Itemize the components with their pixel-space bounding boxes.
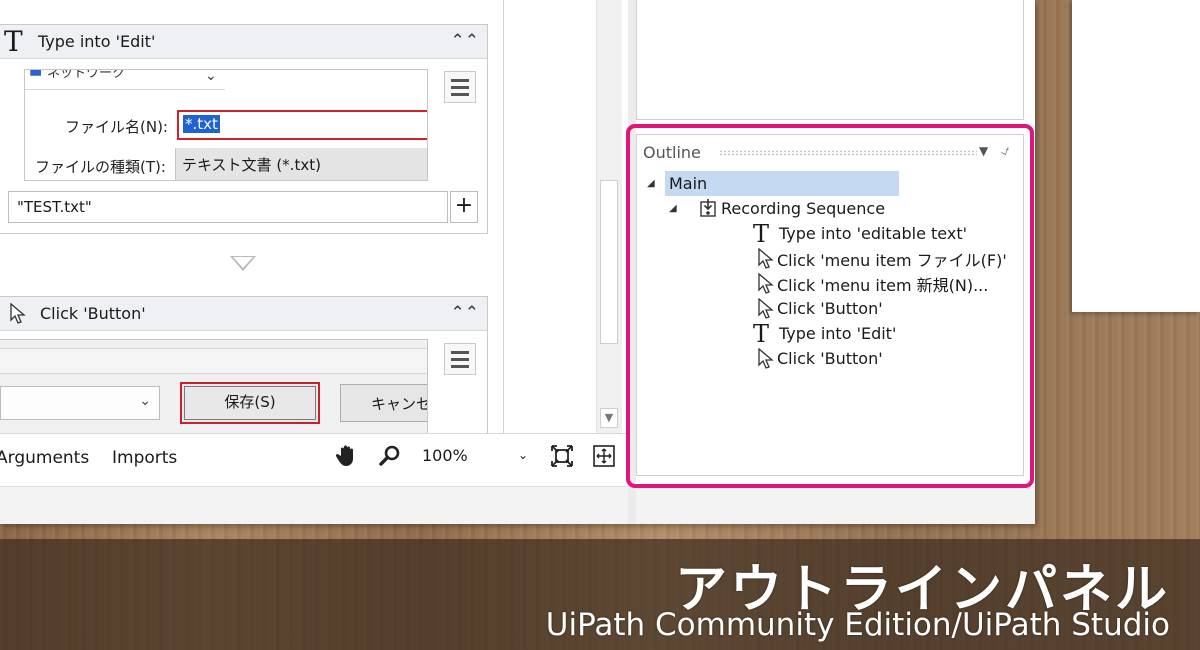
activity-menu-button[interactable] <box>444 343 476 375</box>
zoom-select[interactable]: 100% ⌄ <box>416 444 534 472</box>
scrollbar-thumb[interactable] <box>600 180 618 344</box>
activity-screenshot[interactable]: ■ ネットワーク ⌄ ファイル名(N): *.txt ファイルの種類(T): テ… <box>24 69 428 181</box>
tab-arguments[interactable]: Arguments <box>0 448 89 468</box>
designer-canvas: T Type into 'Edit' ⌃⌃ ■ ネットワーク ⌄ ファイル名(N… <box>0 0 600 433</box>
activity-screenshot[interactable]: ⌄ 保存(S) キャンセル <box>0 339 428 433</box>
designer-bottom-bar: Arguments Imports 100% ⌄ <box>0 433 628 485</box>
chevron-down-icon: ⌄ <box>517 448 528 462</box>
file-type-value: テキスト文書 (*.txt) <box>175 148 427 180</box>
file-type-label: ファイルの種類(T): <box>35 158 166 176</box>
type-into-icon: T <box>4 24 23 58</box>
dropdown-text: ネットワーク <box>47 70 126 81</box>
activity-header[interactable]: Click 'Button' ⌃⌃ <box>0 297 487 331</box>
file-name-value: *.txt <box>183 115 220 133</box>
collapse-icon[interactable]: ⌃⌃ <box>451 303 480 323</box>
click-icon <box>10 302 26 324</box>
chevron-down-icon: ⌄ <box>139 393 151 409</box>
caption-band: アウトラインパネル UiPath Community Edition/UiPat… <box>0 539 1200 650</box>
overview-icon[interactable] <box>592 444 616 468</box>
caption-subtitle: UiPath Community Edition/UiPath Studio <box>545 607 1170 643</box>
chevron-down-icon: ⌄ <box>205 70 217 84</box>
activity-click-button[interactable]: Click 'Button' ⌃⌃ ⌄ 保存(S) キャンセル <box>0 296 488 433</box>
background-paper <box>1072 0 1200 312</box>
screenshot-strip <box>0 348 427 374</box>
zoom-icon[interactable] <box>378 444 402 468</box>
sequence-arrow-icon <box>230 256 256 271</box>
activity-menu-button[interactable] <box>444 71 476 103</box>
network-icon: ■ <box>29 70 43 78</box>
hand-icon[interactable] <box>336 444 358 468</box>
add-expression-button[interactable]: + <box>450 191 478 223</box>
zoom-value: 100% <box>422 446 468 465</box>
activity-title: Click 'Button' <box>40 304 146 323</box>
highlight-frame <box>626 124 1034 488</box>
activity-type-into-edit[interactable]: T Type into 'Edit' ⌃⌃ ■ ネットワーク ⌄ ファイル名(N… <box>0 24 488 234</box>
cancel-button: キャンセル <box>340 384 427 422</box>
properties-panel <box>636 0 1024 120</box>
canvas-divider <box>503 0 504 433</box>
file-name-field: *.txt <box>177 110 427 140</box>
vertical-scrollbar[interactable]: ▼ <box>596 0 622 433</box>
screenshot-combo: ⌄ <box>0 386 160 420</box>
file-name-label: ファイル名(N): <box>65 118 168 136</box>
collapse-icon[interactable]: ⌃⌃ <box>451 31 480 51</box>
location-dropdown: ■ ネットワーク ⌄ <box>25 70 225 92</box>
activity-title: Type into 'Edit' <box>38 32 156 51</box>
status-strip <box>0 486 1035 524</box>
save-button: 保存(S) <box>180 382 320 424</box>
text-value-input[interactable]: "TEST.txt" <box>8 191 448 223</box>
stage: T Type into 'Edit' ⌃⌃ ■ ネットワーク ⌄ ファイル名(N… <box>0 0 1200 650</box>
fit-to-screen-icon[interactable] <box>550 444 574 468</box>
activity-header[interactable]: T Type into 'Edit' ⌃⌃ <box>0 25 487 59</box>
scroll-down-button[interactable]: ▼ <box>600 408 618 428</box>
tab-imports[interactable]: Imports <box>112 448 177 468</box>
